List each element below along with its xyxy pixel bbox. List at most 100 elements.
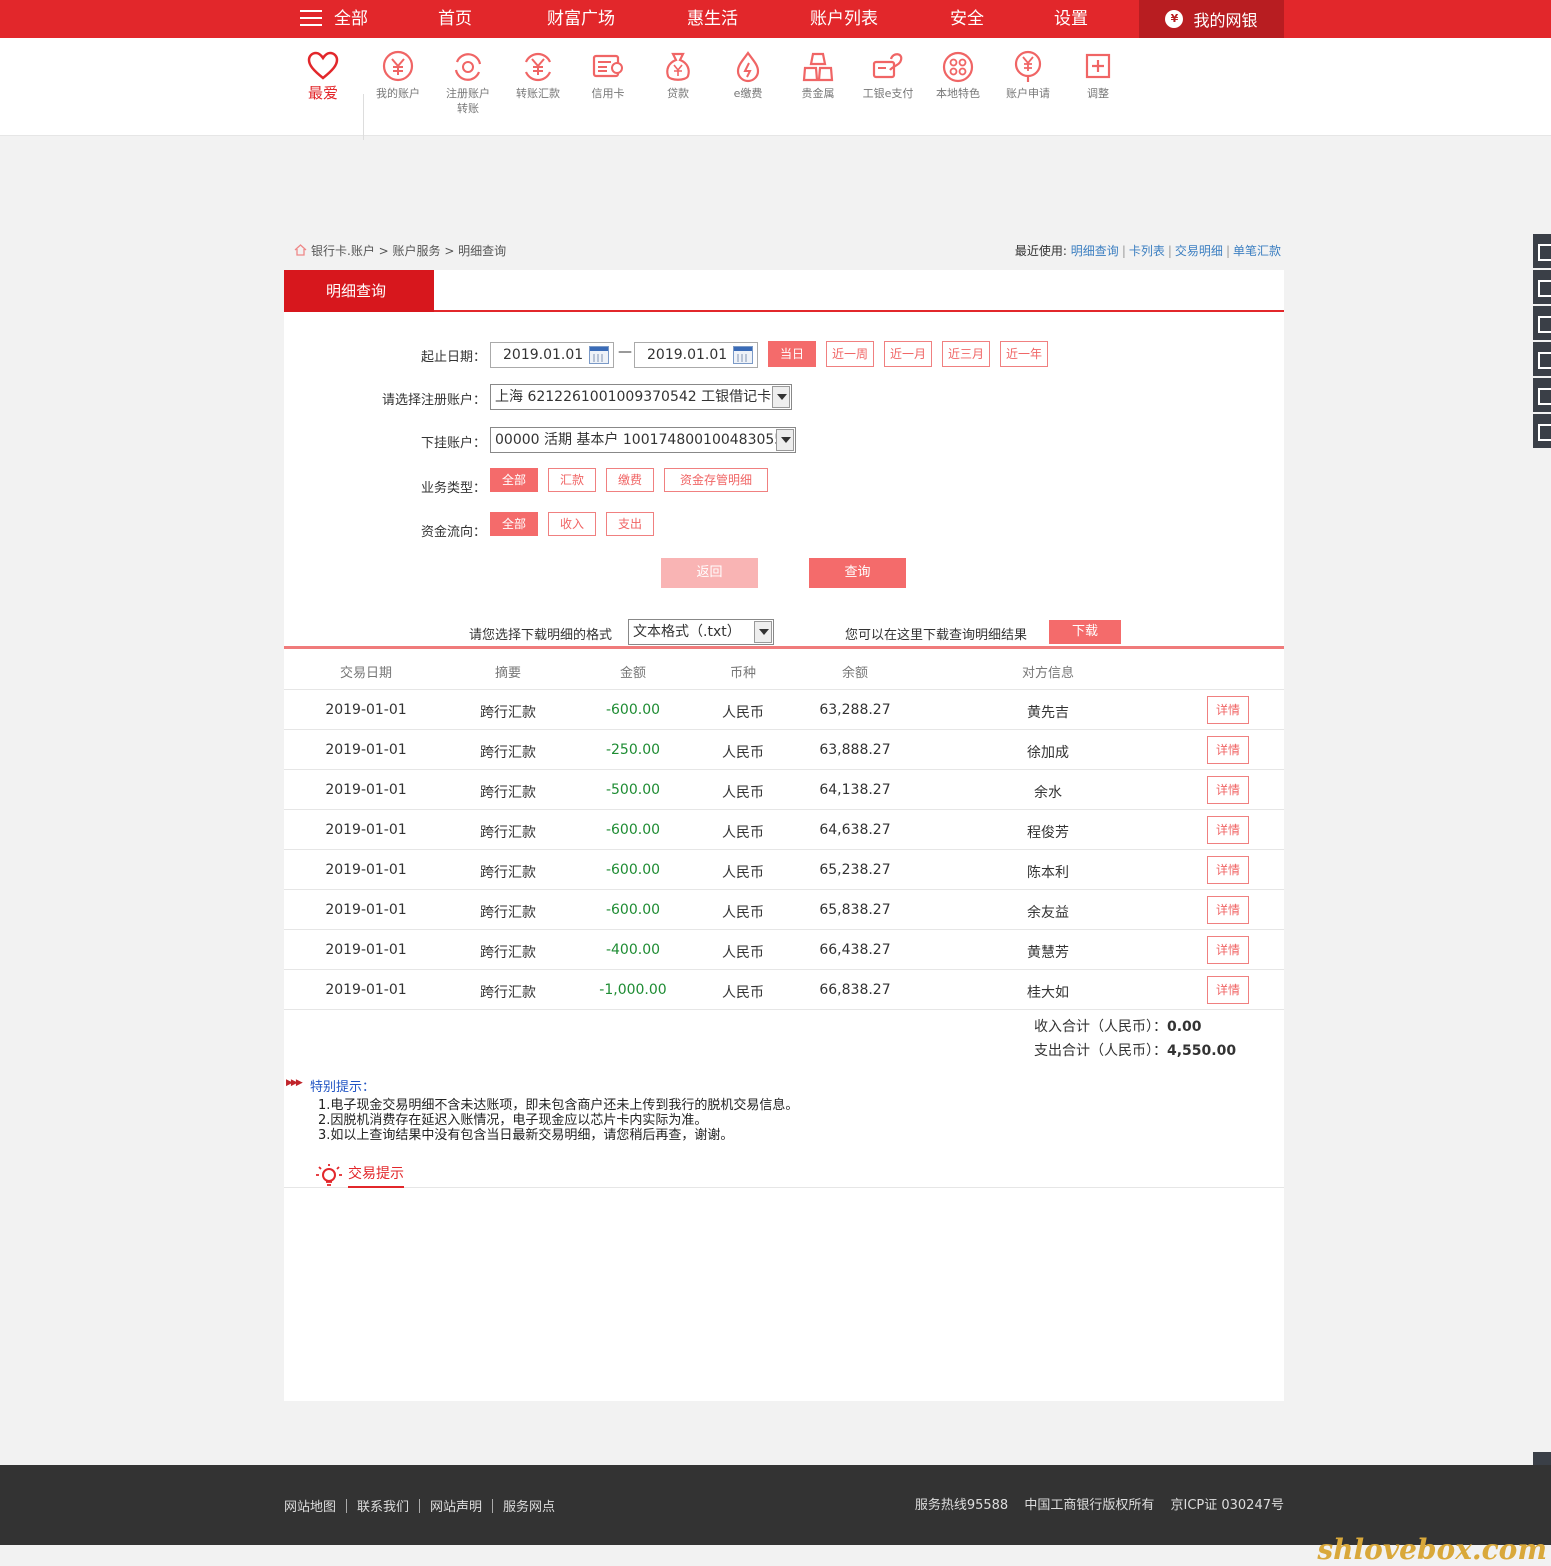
date-from-input[interactable]: 2019.01.01 (490, 342, 614, 368)
footer-link-contact[interactable]: 联系我们 (357, 1500, 409, 1515)
account-select[interactable]: 上海 6212261001009370542 工银借记卡 (490, 384, 792, 410)
type-custody-button[interactable]: 资金存管明细 (664, 468, 768, 492)
flow-income-button[interactable]: 收入 (548, 512, 596, 536)
type-all-button[interactable]: 全部 (490, 468, 538, 492)
nav-home[interactable]: 首页 (438, 0, 547, 38)
table-row: 2019-01-01 跨行汇款 -600.00 人民币 65,238.27 陈本利 详情 (284, 850, 1284, 890)
quick-fav[interactable]: 最爱 (288, 38, 358, 101)
detail-button[interactable]: 详情 (1207, 936, 1249, 964)
footer-link-sitemap[interactable]: 网站地图 (284, 1500, 336, 1515)
quick-apply[interactable]: 账户申请 (993, 38, 1063, 101)
gold-bars-icon (802, 52, 834, 82)
detail-button[interactable]: 详情 (1207, 736, 1249, 764)
notepad-icon[interactable] (1533, 342, 1551, 376)
money-bag-icon: ¥ (1165, 10, 1184, 28)
range-3month-button[interactable]: 近三月 (942, 341, 990, 367)
type-fee-button[interactable]: 缴费 (606, 468, 654, 492)
flow-expense-button[interactable]: 支出 (606, 512, 654, 536)
col-currency: 币种 (729, 666, 756, 681)
detail-button[interactable]: 详情 (1207, 896, 1249, 924)
tip-line: 3.如以上查询结果中没有包含当日最新交易明细，请您稍后再查，谢谢。 (318, 1128, 734, 1143)
quick-loan[interactable]: 贷款 (643, 38, 713, 101)
send-icon[interactable] (1533, 270, 1551, 304)
footer-link-outlets[interactable]: 服务网点 (503, 1500, 555, 1515)
quick-transfer[interactable]: 转账汇款 (503, 38, 573, 101)
recent-link-single-transfer[interactable]: 单笔汇款 (1233, 244, 1281, 258)
cell-currency: 人民币 (722, 825, 764, 841)
sub-account-select[interactable]: 00000 活期 基本户 1001748001004830552 (490, 427, 796, 453)
quick-epay-fee[interactable]: e缴费 (713, 38, 783, 101)
calendar-icon[interactable] (589, 346, 609, 364)
query-button[interactable]: 查询 (809, 558, 906, 588)
recent-link-tx-detail[interactable]: 交易明细 (1175, 244, 1223, 258)
camera-icon[interactable] (1533, 306, 1551, 340)
cell-party: 余友益 (1027, 905, 1069, 921)
expense-total: 支出合计（人民币）：4,550.00 (1034, 1040, 1236, 1060)
table-row: 2019-01-01 跨行汇款 -600.00 人民币 63,288.27 黄先吉 详情 (284, 690, 1284, 730)
plus-box-icon (1085, 53, 1111, 79)
table-row: 2019-01-01 跨行汇款 -400.00 人民币 66,438.27 黄慧芳 详情 (284, 930, 1284, 970)
recent-link-detail-query[interactable]: 明细查询 (1071, 244, 1119, 258)
cell-date: 2019-01-01 (325, 702, 407, 718)
gift-icon[interactable] (1533, 234, 1551, 268)
download-button[interactable]: 下载 (1049, 620, 1121, 644)
cell-summary: 跨行汇款 (480, 825, 536, 841)
income-total-value: 0.00 (1167, 1019, 1202, 1035)
range-week-button[interactable]: 近一周 (826, 341, 874, 367)
cell-party: 陈本利 (1027, 865, 1069, 881)
cell-date: 2019-01-01 (325, 822, 407, 838)
download-format-label: 请您选择下载明细的格式 (469, 628, 613, 643)
detail-button[interactable]: 详情 (1207, 976, 1249, 1004)
flow-all-button[interactable]: 全部 (490, 512, 538, 536)
detail-button[interactable]: 详情 (1207, 856, 1249, 884)
range-year-button[interactable]: 近一年 (1000, 341, 1048, 367)
nav-life[interactable]: 惠生活 (687, 0, 810, 38)
nav-wealth[interactable]: 财富广场 (547, 0, 687, 38)
quick-icbc-epay[interactable]: 工银e支付 (853, 38, 923, 101)
cell-currency: 人民币 (722, 785, 764, 801)
home-icon[interactable] (294, 244, 307, 256)
cell-summary: 跨行汇款 (480, 985, 536, 1001)
chevron-down-icon[interactable] (772, 386, 790, 408)
cell-summary: 跨行汇款 (480, 865, 536, 881)
top-nav: 全部 首页 财富广场 惠生活 账户列表 安全 设置 (300, 0, 1134, 38)
chevron-down-icon[interactable] (776, 429, 794, 451)
chevron-down-icon[interactable] (754, 621, 772, 643)
refresh-circle-icon (454, 53, 482, 81)
range-month-button[interactable]: 近一月 (884, 341, 932, 367)
quick-local[interactable]: 本地特色 (923, 38, 993, 101)
cell-currency: 人民币 (722, 945, 764, 961)
chat-icon[interactable] (1533, 414, 1551, 448)
detail-button[interactable]: 详情 (1207, 816, 1249, 844)
trade-tip-tab[interactable]: 交易提示 (348, 1163, 404, 1188)
detail-button[interactable]: 详情 (1207, 776, 1249, 804)
quick-reg-transfer[interactable]: 注册账户 转账 (433, 38, 503, 116)
watermark: shlovebox.com (1317, 1533, 1547, 1566)
nav-settings[interactable]: 设置 (1054, 0, 1134, 38)
quick-credit-card[interactable]: 信用卡 (573, 38, 643, 101)
back-button[interactable]: 返回 (661, 558, 758, 588)
calendar-icon[interactable] (733, 346, 753, 364)
quick-my-account[interactable]: 我的账户 (363, 38, 433, 101)
footer-link-statement[interactable]: 网站声明 (430, 1500, 482, 1515)
quick-metal[interactable]: 贵金属 (783, 38, 853, 101)
date-to-input[interactable]: 2019.01.01 (634, 342, 758, 368)
type-label: 业务类型： (420, 481, 486, 496)
cell-amount: -500.00 (605, 782, 661, 798)
detail-button[interactable]: 详情 (1207, 696, 1249, 724)
nav-all[interactable]: 全部 (300, 0, 438, 38)
tab-detail-query[interactable]: 明细查询 (284, 270, 434, 312)
col-balance: 余额 (841, 666, 868, 681)
my-ebank-button[interactable]: ¥ 我的网银 (1139, 0, 1284, 38)
quick-adjust[interactable]: 调整 (1063, 38, 1133, 101)
nav-accounts[interactable]: 账户列表 (810, 0, 950, 38)
mail-icon[interactable] (1533, 378, 1551, 412)
nav-security[interactable]: 安全 (950, 0, 1054, 38)
type-remit-button[interactable]: 汇款 (548, 468, 596, 492)
my-ebank-label: 我的网银 (1193, 11, 1258, 30)
range-today-button[interactable]: 当日 (768, 341, 816, 367)
cell-summary: 跨行汇款 (480, 785, 536, 801)
download-format-select[interactable]: 文本格式（.txt） (628, 619, 774, 645)
quick-label: e缴费 (733, 87, 763, 100)
recent-link-card-list[interactable]: 卡列表 (1129, 244, 1165, 258)
